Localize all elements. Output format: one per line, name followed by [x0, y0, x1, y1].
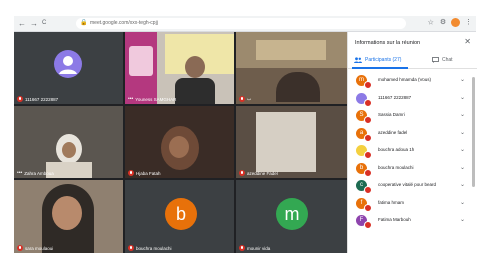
avatar [54, 50, 82, 78]
list-item[interactable]: c cooperative vitalé pour beard ⌄ [348, 177, 477, 195]
mic-off-icon [128, 245, 134, 251]
participant-tile[interactable]: ••• Zahra Amboua [14, 106, 123, 178]
profile-avatar[interactable] [451, 18, 461, 27]
mic-off-icon [364, 133, 372, 142]
tile-name: ••• Zahra Amboua [17, 170, 54, 176]
participant-tile[interactable]: ••• Youness SAMGHAR [125, 32, 234, 104]
tile-name: sara moulaoui [17, 245, 53, 251]
chevron-down-icon[interactable]: ⌄ [460, 164, 465, 171]
list-item[interactable]: a azeddine fadel ⌄ [348, 125, 477, 143]
chevron-down-icon[interactable]: ⌄ [460, 216, 465, 223]
tab-chat[interactable]: Chat [432, 57, 453, 63]
tile-name: 111667 2222887 [17, 96, 58, 102]
mic-off-icon [364, 98, 372, 107]
panel-title: Informations sur la réunion [355, 40, 421, 46]
chevron-down-icon[interactable]: ⌄ [460, 94, 465, 101]
participant-name: mohamed hmamda (Vous) [378, 77, 432, 82]
tile-name: bouchra moulachi [128, 245, 172, 251]
avatar: m [276, 198, 308, 230]
video-grid: 111667 2222887 ••• Youness SAMGHAR ب ••• Z… [14, 32, 347, 253]
participant-tile[interactable]: b bouchra moulachi [125, 180, 234, 253]
participant-name: azeddine fadel [378, 129, 408, 135]
window: ← → C 🔒 meet.google.com/xxx-tegh-cpjj ☆ … [0, 0, 482, 259]
participant-tile[interactable]: m mounir vida [236, 180, 347, 253]
people-icon [354, 57, 362, 63]
participant-tile[interactable]: Hjaba Fatah [125, 106, 234, 178]
back-icon[interactable]: ← [18, 18, 26, 29]
avatar: b [165, 198, 197, 230]
participant-tile[interactable]: azeddine Fadel [236, 106, 347, 178]
panel-tabs: Participants (27) Chat [348, 54, 477, 69]
chevron-down-icon[interactable]: ⌄ [460, 129, 465, 136]
participant-name: bouchra moulachi [378, 164, 414, 170]
mic-off-icon [364, 221, 372, 229]
participant-tile[interactable]: sara moulaoui [14, 180, 123, 253]
list-item[interactable]: f fatima hmam ⌄ [348, 195, 477, 213]
person-icon [59, 56, 77, 74]
mic-off-icon [364, 186, 372, 194]
participant-list: m mohamed hmamda (Vous) ⌄ 111667 2222887 ⌄ S S… [348, 72, 477, 230]
lock-icon: 🔒 [80, 20, 88, 26]
tile-name: ••• Youness SAMGHAR [128, 96, 177, 102]
chat-icon [432, 57, 439, 63]
participant-name: cooperative vitalé pour beard [378, 182, 437, 187]
star-icon[interactable]: ☆ [428, 19, 434, 26]
tab-participants[interactable]: Participants (27) [354, 57, 401, 63]
chevron-down-icon[interactable]: ⌄ [460, 111, 465, 118]
scrollbar[interactable] [472, 77, 475, 187]
address-bar[interactable]: 🔒 meet.google.com/xxx-tegh-cpjj [76, 18, 406, 29]
participant-name: Fatima Marbouh [378, 217, 411, 222]
participant-name: 111667 2222887 [378, 94, 412, 100]
mic-off-icon [239, 170, 245, 176]
mic-off-icon [364, 81, 372, 89]
browser-actions: ☆ ⚙ ⋮ [428, 18, 472, 27]
chevron-down-icon[interactable]: ⌄ [460, 199, 465, 206]
mic-off-icon [364, 168, 372, 177]
mic-off-icon [239, 96, 245, 102]
extension-icon[interactable]: ⚙ [440, 19, 446, 26]
browser-toolbar: ← → C 🔒 meet.google.com/xxx-tegh-cpjj ☆ … [14, 16, 476, 32]
list-item[interactable]: S Sassia Damri ⌄ [348, 107, 477, 125]
close-icon[interactable]: ✕ [464, 37, 471, 46]
mic-off-icon [128, 170, 134, 176]
participant-tile[interactable]: ب [236, 32, 347, 104]
chevron-down-icon[interactable]: ⌄ [460, 181, 465, 188]
participant-name: fatima hmam [378, 199, 405, 205]
mic-off-icon [364, 151, 372, 159]
participant-name: bouchra adoua 1h [378, 147, 415, 152]
mic-off-icon [17, 245, 23, 251]
list-item[interactable]: bouchra adoua 1h ⌄ [348, 142, 477, 160]
chevron-down-icon[interactable]: ⌄ [460, 76, 465, 83]
tile-name: Hjaba Fatah [128, 170, 161, 176]
mic-off-icon [364, 203, 372, 212]
list-item[interactable]: F Fatima Marbouh ⌄ [348, 212, 477, 230]
tile-name: azeddine Fadel [239, 170, 278, 176]
reload-icon[interactable]: C [42, 18, 46, 29]
active-tab-indicator [352, 67, 408, 69]
forward-icon[interactable]: → [30, 18, 38, 29]
meeting-details-panel: Informations sur la réunion ✕ Participan… [347, 32, 477, 253]
url-text: meet.google.com/xxx-tegh-cpjj [90, 20, 158, 26]
mic-off-icon [364, 116, 372, 124]
participant-tile[interactable]: 111667 2222887 [14, 32, 123, 104]
mic-off-icon [239, 245, 245, 251]
list-item[interactable]: m mohamed hmamda (Vous) ⌄ [348, 72, 477, 90]
list-item[interactable]: b bouchra moulachi ⌄ [348, 160, 477, 178]
chevron-down-icon[interactable]: ⌄ [460, 146, 465, 153]
list-item[interactable]: 111667 2222887 ⌄ [348, 90, 477, 108]
participant-name: Sassia Damri [378, 112, 405, 117]
mic-off-icon [17, 96, 23, 102]
menu-icon[interactable]: ⋮ [465, 19, 472, 26]
tile-name: mounir vida [239, 245, 270, 251]
tile-name: ب [239, 96, 251, 102]
